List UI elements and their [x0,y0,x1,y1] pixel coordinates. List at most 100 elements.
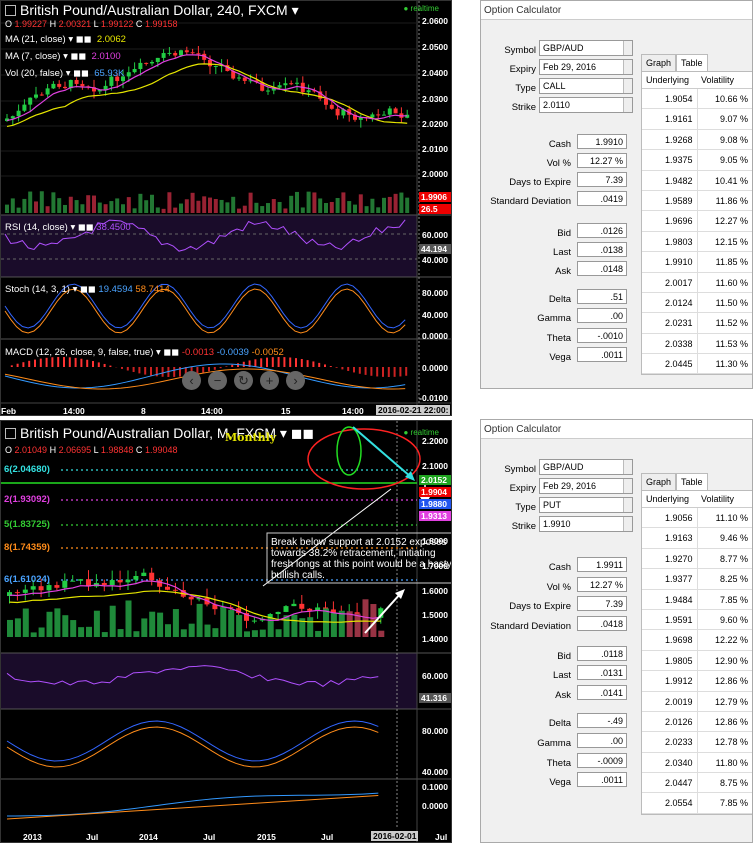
table-row[interactable]: 2.0445 11.30 % [642,354,752,375]
ask-field[interactable]: .0141 [577,685,627,700]
table-row[interactable]: 1.9484 7.85 % [642,589,752,610]
candle [14,592,20,594]
macd-hist [347,367,350,371]
vol-field[interactable]: 12.27 % [577,577,627,592]
gamma-field[interactable]: .00 [577,308,627,323]
table-row[interactable]: 1.9375 9.05 % [642,150,752,171]
table-row[interactable]: 1.9161 9.07 % [642,109,752,130]
expiry-select[interactable]: Feb 29, 2016 [539,478,633,494]
collapse-icon[interactable] [5,428,16,439]
ma7-legend[interactable]: MA (7, close) ▾ ◼◼ 2.0100 [5,51,121,62]
delta-field[interactable]: -.49 [577,713,627,728]
scroll-right-icon[interactable]: › [286,371,305,390]
volume-bar [267,618,274,637]
table-row[interactable]: 2.0233 12.78 % [642,732,752,753]
price-tick: 2.0200 [422,119,448,129]
table-row[interactable]: 2.0017 11.60 % [642,272,752,293]
tab-table[interactable]: Table [676,473,708,490]
scroll-left-icon[interactable]: ‹ [182,371,201,390]
ask-field[interactable]: .0148 [577,261,627,276]
table-row[interactable]: 2.0019 12.79 % [642,691,752,712]
rsi-legend[interactable]: RSI (14, close) ▾ ◼◼ 38.4500 [5,222,131,233]
reset-icon[interactable]: ↻ [234,371,253,390]
tab-table[interactable]: Table [676,54,708,71]
ma21-legend[interactable]: MA (21, close) ▾ ◼◼ 2.0062 [5,34,126,45]
table-row[interactable]: 2.0338 11.53 % [642,333,752,355]
table-row[interactable]: 1.9698 12.22 % [642,630,752,651]
collapse-icon[interactable] [5,5,16,16]
chart-canvas-monthly[interactable] [1,421,452,843]
chart-monthly[interactable]: British Pound/Australian Dollar, M, FXCM… [0,420,452,843]
expiry-select[interactable]: Feb 29, 2016 [539,59,633,75]
chart-4h[interactable]: British Pound/Australian Dollar, 240, FX… [0,0,452,416]
theta-field[interactable]: -.0010 [577,328,627,343]
type-select[interactable]: CALL [539,78,633,94]
bid-field[interactable]: .0118 [577,646,627,661]
table-row[interactable]: 2.0554 7.85 % [642,793,752,814]
vega-field[interactable]: .0011 [577,772,627,787]
table-row[interactable]: 2.0340 11.80 % [642,752,752,774]
table-row[interactable]: 1.9696 12.27 % [642,211,752,232]
table-row[interactable]: 1.9591 9.60 % [642,609,752,631]
vol-legend[interactable]: Vol (20, false) ▾ ◼◼ 65.93K [5,68,124,79]
table-row[interactable]: 1.9056 11.10 % [642,508,752,529]
table-row[interactable]: 1.9268 9.08 % [642,129,752,151]
last-field[interactable]: .0131 [577,665,627,680]
symbol-label: Symbol [504,45,536,56]
type-select[interactable]: PUT [539,497,633,513]
tab-graph[interactable]: Graph [641,54,677,71]
underlying-cell: 1.9377 [642,569,698,589]
cash-field[interactable]: 1.9911 [577,557,627,572]
vol-label: Vol % [546,582,571,593]
days-field[interactable]: 7.39 [577,172,627,187]
table-row[interactable]: 2.0124 11.50 % [642,292,752,314]
candle [109,580,115,586]
vega-field[interactable]: .0011 [577,347,627,362]
zoom-in-icon[interactable]: + [260,371,279,390]
last-field[interactable]: .0138 [577,242,627,257]
volume-bar [167,192,172,213]
table-row[interactable]: 2.0231 11.52 % [642,313,752,334]
table-row[interactable]: 1.9912 12.86 % [642,671,752,692]
table-row[interactable]: 1.9054 10.66 % [642,89,752,110]
x-tick: 15 [281,406,291,416]
table-row[interactable]: 1.9482 10.41 % [642,170,752,191]
theta-field[interactable]: -.0009 [577,753,627,768]
zoom-out-icon[interactable]: − [208,371,227,390]
table-row[interactable]: 2.0126 12.86 % [642,711,752,733]
table-row[interactable]: 1.9377 8.25 % [642,569,752,590]
symbol-select[interactable]: GBP/AUD [539,40,633,56]
macd-hist [277,357,280,367]
table-row[interactable]: 1.9805 12.90 % [642,650,752,672]
sd-field[interactable]: .0419 [577,191,627,206]
days-field[interactable]: 7.39 [577,596,627,611]
macd-legend[interactable]: MACD (12, 26, close, 9, false, true) ▾ ◼… [5,347,284,358]
bid-field[interactable]: .0126 [577,223,627,238]
cash-field[interactable]: 1.9910 [577,134,627,149]
underlying-cell: 1.9805 [642,650,698,671]
candle [78,579,84,581]
sd-field[interactable]: .0418 [577,616,627,631]
table-row[interactable]: 1.9803 12.15 % [642,231,752,253]
table-row[interactable]: 1.9910 11.85 % [642,252,752,273]
volume-bar [306,191,311,213]
tab-graph[interactable]: Graph [641,473,677,490]
ask-label: Ask [555,266,571,277]
table-row[interactable]: 2.0447 8.75 % [642,773,752,794]
strike-select[interactable]: 1.9910 [539,516,633,532]
table-row[interactable]: 1.9589 11.86 % [642,190,752,212]
gamma-field[interactable]: .00 [577,733,627,748]
table-row[interactable]: 1.9270 8.77 % [642,548,752,570]
stoch-legend[interactable]: Stoch (14, 3, 1) ▾ ◼◼ 19.4594 58.7414 [5,284,170,295]
vol-field[interactable]: 12.27 % [577,153,627,168]
x-tick: Jul [435,832,448,842]
symbol-select[interactable]: GBP/AUD [539,459,633,475]
table-row[interactable]: 1.9163 9.46 % [642,528,752,549]
volume-bar [353,204,357,213]
x-tick: 14:00 [342,406,364,416]
volume-bar [141,618,148,637]
strike-select[interactable]: 2.0110 [539,97,633,113]
volatility-cell: 12.22 % [714,635,748,646]
underlying-cell: 1.9589 [642,190,698,211]
delta-field[interactable]: .51 [577,289,627,304]
